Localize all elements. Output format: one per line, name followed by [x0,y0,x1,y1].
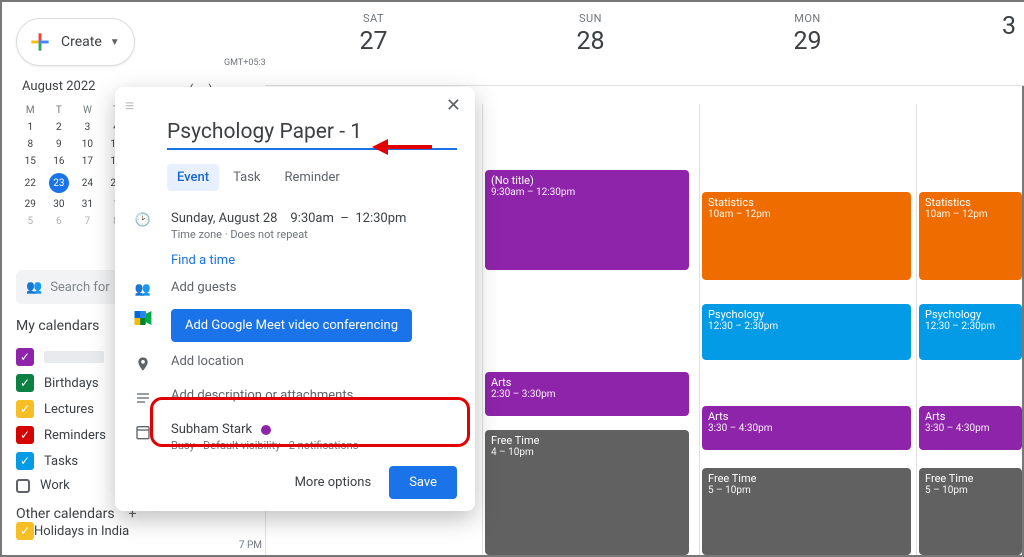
event-free-next[interactable]: Free Time5 – 10pm [919,468,1022,555]
calendar-label: Tasks [44,454,78,469]
more-options-button[interactable]: More options [285,467,382,498]
add-location-field[interactable]: Add location [171,354,457,369]
event-psychology-next[interactable]: Psychology12:30 – 2:30pm [919,304,1022,360]
checkbox-icon[interactable]: ✓ [16,348,34,366]
checkbox-icon[interactable]: ✓ [16,426,34,444]
day-header-mon: MON 29 [699,2,916,86]
meet-icon [133,311,153,329]
mini-cal-day[interactable]: 9 [45,136,74,153]
mini-cal-day[interactable]: 16 [45,153,74,170]
search-placeholder: Search for [50,280,110,295]
event-statistics-mon[interactable]: Statistics10am – 12pm [702,192,911,280]
mini-cal-day[interactable]: 2 [45,119,74,136]
calendar-label: Lectures [44,402,94,417]
calendar-label: Work [40,478,70,493]
my-calendars-heading: My calendars [16,318,99,334]
checkbox-icon[interactable] [16,479,30,493]
clock-icon: 🕑 [133,213,153,228]
mini-cal-day[interactable]: 8 [16,136,45,153]
close-icon[interactable]: ✕ [442,95,465,116]
event-statistics-next[interactable]: Statistics10am – 12pm [919,192,1022,280]
event-free-mon[interactable]: Free Time5 – 10pm [702,468,911,555]
create-label: Create [61,34,102,50]
calendar-label: Birthdays [44,376,99,391]
timezone-label: GMT+05:30 [224,58,262,68]
day-header-sun: SUN 28 [482,2,699,86]
event-free-sun[interactable]: Free Time4 – 10pm [485,430,689,555]
people-icon: 👥 [26,280,42,295]
drag-handle-icon[interactable]: ≡ [125,96,136,116]
plus-icon [27,29,53,55]
save-button[interactable]: Save [389,466,457,499]
mini-cal-month: August 2022 [22,79,95,94]
mini-cal-day[interactable]: 10 [73,136,102,153]
event-arts-next[interactable]: Arts3:30 – 4:30pm [919,406,1022,450]
calendar-toggle-row[interactable]: ✓Holidays in India [16,522,216,540]
find-time-link[interactable]: Find a time [171,253,457,268]
day-header-sat: SAT 27 [265,2,482,86]
calendar-label: Reminders [44,428,106,443]
create-button[interactable]: Create ▼ [16,18,135,66]
checkbox-icon[interactable]: ✓ [16,374,34,392]
mini-cal-day[interactable]: 3 [73,119,102,136]
checkbox-icon[interactable]: ✓ [16,522,34,540]
other-calendars-section: Other calendars +⌃ ✓Holidays in India [16,506,216,540]
event-datetime-sub: Time zone · Does not repeat [171,228,457,241]
mini-cal-day[interactable]: 22 [16,170,45,196]
owner-color-dot [261,425,271,435]
event-datetime[interactable]: Sunday, August 28 9:30am – 12:30pm [171,211,457,226]
location-icon [133,356,153,376]
event-notitle[interactable]: (No title)9:30am – 12:30pm [485,170,689,270]
mini-cal-day[interactable]: 5 [16,213,45,230]
event-owner-sub: Busy · Default visibility · 2 notificati… [171,439,457,452]
checkbox-icon[interactable]: ✓ [16,452,34,470]
add-meet-button[interactable]: Add Google Meet video conferencing [171,309,412,342]
tab-task[interactable]: Task [223,164,270,191]
chevron-down-icon: ▼ [110,37,120,48]
people-icon: 👥 [133,282,153,297]
tab-event[interactable]: Event [167,164,219,191]
mini-cal-day[interactable]: 1 [16,119,45,136]
mini-cal-day[interactable]: 31 [73,196,102,213]
mini-cal-day[interactable]: 23 [45,170,74,196]
calendar-icon [133,424,153,444]
mini-cal-day[interactable]: 17 [73,153,102,170]
mini-cal-day[interactable]: 29 [16,196,45,213]
day-header-next: 3 [916,2,1024,86]
mini-cal-day[interactable]: 6 [45,213,74,230]
calendar-label: Holidays in India [34,524,129,539]
mini-cal-day[interactable]: 7 [73,213,102,230]
event-owner[interactable]: Subham Stark [171,422,252,437]
add-description-field[interactable]: Add description or attachments [171,388,457,403]
checkbox-icon[interactable]: ✓ [16,400,34,418]
description-icon [133,390,153,410]
other-calendars-heading: Other calendars [16,506,115,522]
tab-reminder[interactable]: Reminder [275,164,350,191]
mini-cal-day[interactable]: 24 [73,170,102,196]
event-arts-sun[interactable]: Arts2:30 – 3:30pm [485,372,689,416]
annotation-arrow [372,135,432,159]
mini-cal-day[interactable]: 30 [45,196,74,213]
event-psychology-mon[interactable]: Psychology12:30 – 2:30pm [702,304,911,360]
time-label-7pm: 7 PM [228,540,262,551]
event-arts-mon[interactable]: Arts3:30 – 4:30pm [702,406,911,450]
mini-cal-day[interactable]: 15 [16,153,45,170]
add-guests-field[interactable]: Add guests [171,280,457,295]
